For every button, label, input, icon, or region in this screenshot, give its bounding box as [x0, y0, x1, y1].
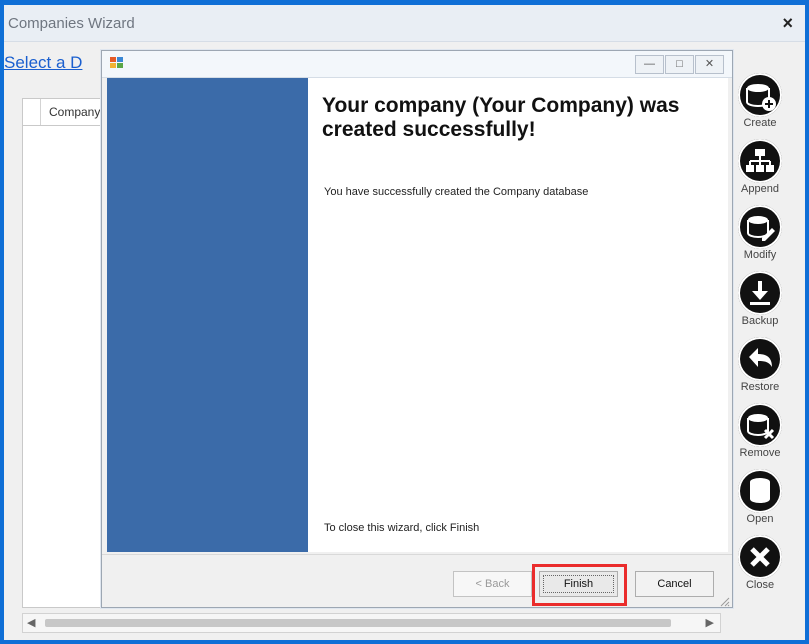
close-tool-label: Close — [745, 579, 775, 591]
backup-button[interactable]: Backup — [736, 271, 784, 337]
close-button[interactable]: ✕ — [695, 55, 724, 74]
undo-icon — [738, 337, 782, 381]
dialog-window-buttons: — □ ✕ — [634, 55, 724, 74]
finish-button[interactable]: Finish — [539, 571, 618, 597]
remove-label: Remove — [739, 447, 781, 459]
close-tool-button[interactable]: Close — [736, 535, 784, 601]
create-label: Create — [743, 117, 777, 129]
success-dialog: — □ ✕ Your company (Your Company) was cr… — [101, 50, 733, 608]
remove-button[interactable]: Remove — [736, 403, 784, 469]
cancel-button[interactable]: Cancel — [635, 571, 714, 597]
maximize-button[interactable]: □ — [665, 55, 694, 74]
edit-icon — [738, 205, 782, 249]
window-close-button[interactable]: × — [782, 13, 793, 34]
grid-header-row-selector — [23, 99, 41, 125]
backup-label: Backup — [741, 315, 779, 327]
dialog-footer: < Back Finish Cancel — [102, 554, 732, 608]
database-add-icon — [738, 73, 782, 117]
app-icon — [110, 56, 124, 70]
scroll-left-arrow-icon[interactable]: ◀ — [27, 616, 35, 629]
back-button[interactable]: < Back — [453, 571, 532, 597]
restore-label: Restore — [740, 381, 780, 393]
select-database-link[interactable]: Select a D — [4, 53, 82, 73]
append-button[interactable]: Append — [736, 139, 784, 205]
close-circle-icon — [738, 535, 782, 579]
restore-button[interactable]: Restore — [736, 337, 784, 403]
window-title: Companies Wizard — [8, 15, 135, 32]
database-open-icon — [738, 469, 782, 513]
scroll-right-arrow-icon[interactable]: ▶ — [706, 616, 714, 629]
create-button[interactable]: Create — [736, 73, 784, 139]
resize-grip-icon[interactable] — [718, 594, 730, 607]
database-remove-icon — [738, 403, 782, 447]
scroll-thumb[interactable] — [45, 619, 671, 627]
focus-rectangle — [543, 575, 614, 593]
open-label: Open — [746, 513, 774, 525]
download-icon — [738, 271, 782, 315]
append-label: Append — [741, 183, 779, 195]
wizard-content: Your company (Your Company) was created … — [308, 78, 728, 552]
open-button[interactable]: Open — [736, 469, 784, 535]
success-message: You have successfully created the Compan… — [324, 186, 589, 198]
close-instruction: To close this wizard, click Finish — [324, 522, 480, 534]
minimize-button[interactable]: — — [635, 55, 664, 74]
modify-button[interactable]: Modify — [736, 205, 784, 271]
wizard-banner — [107, 78, 308, 552]
outer-titlebar: Companies Wizard × — [4, 5, 805, 42]
horizontal-scrollbar[interactable]: ◀ ▶ — [22, 613, 721, 633]
grid-column-company[interactable]: Company — [49, 105, 100, 119]
hierarchy-icon — [738, 139, 782, 183]
success-heading: Your company (Your Company) was created … — [322, 94, 680, 141]
modify-label: Modify — [743, 249, 777, 261]
dialog-titlebar: — □ ✕ — [102, 51, 732, 78]
